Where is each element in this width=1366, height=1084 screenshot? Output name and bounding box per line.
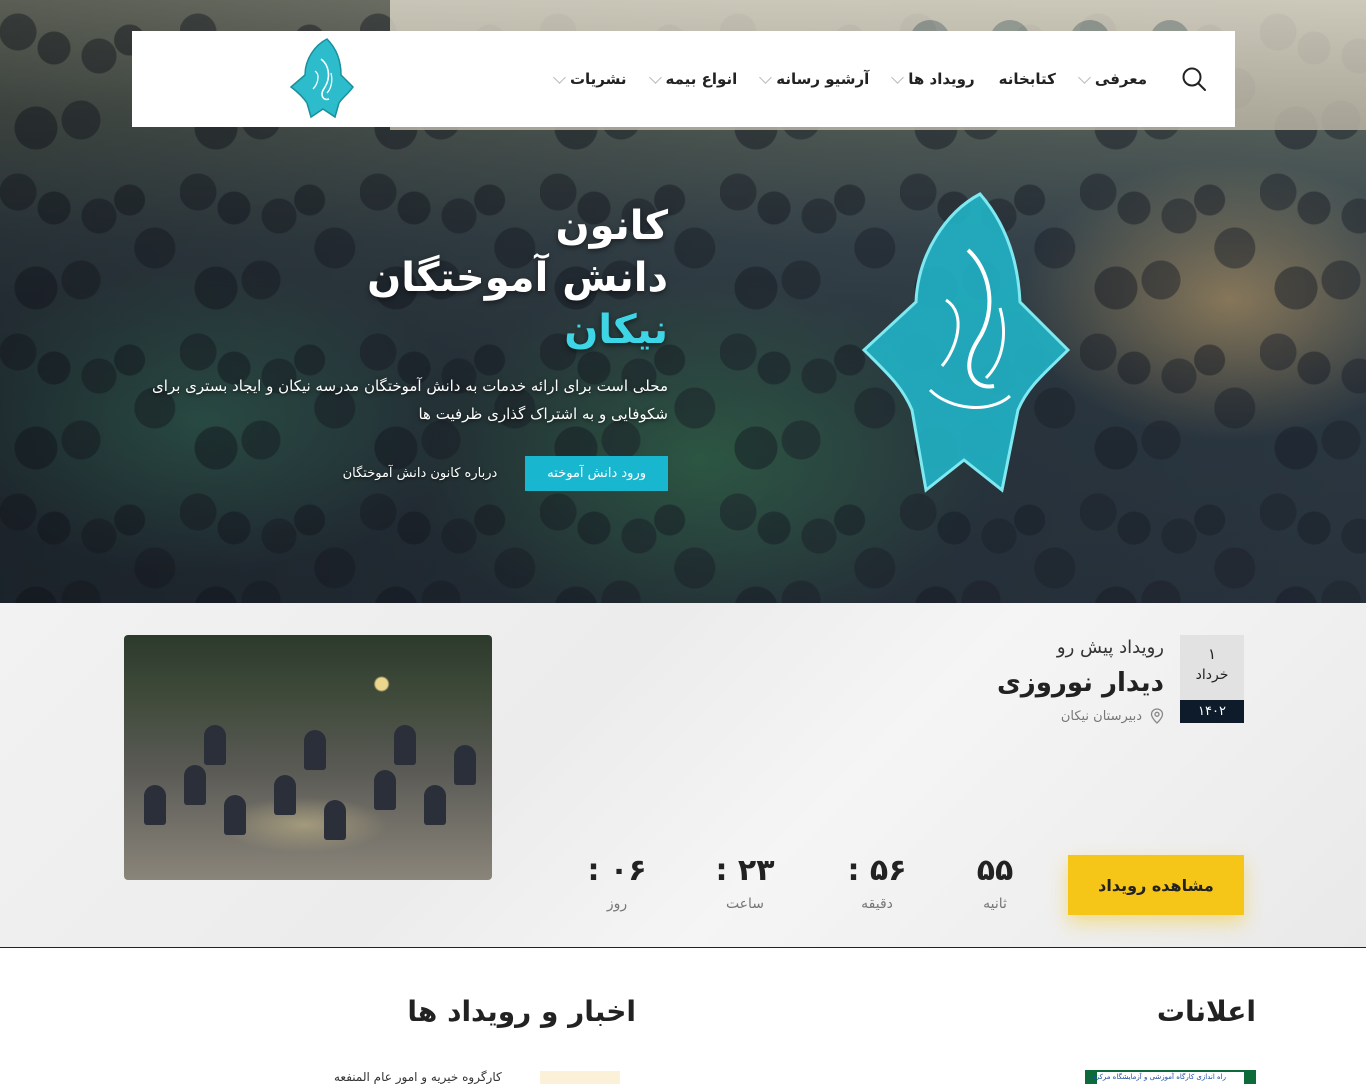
chevron-down-icon <box>1078 70 1091 84</box>
event-location-label: دبیرستان نیکان <box>1060 708 1142 724</box>
alumni-login-button[interactable]: ورود دانش آموخته <box>525 456 668 491</box>
nav-item-events[interactable]: رویداد ها <box>881 70 986 88</box>
view-event-button[interactable]: مشاهده رویداد <box>1068 855 1244 915</box>
nav-item-library[interactable]: کتابخانه <box>987 70 1068 88</box>
nav-item-about[interactable]: معرفی <box>1068 70 1159 88</box>
hero-description: محلی است برای ارائه خدمات به دانش آموختگ… <box>152 377 668 423</box>
nav-item-label: معرفی <box>1094 70 1147 88</box>
event-countdown: ۵۵ ثانیه ۵۶ : دقیقه ۲۳ : ساعت ۰۶ : روز <box>580 853 1050 923</box>
nav-item-insurance[interactable]: انواع بیمه <box>639 70 750 88</box>
countdown-minutes: ۵۶ : دقیقه <box>822 853 932 912</box>
event-location: دبیرستان نیکان <box>997 708 1164 724</box>
nav-item-label: نشریات <box>569 70 627 88</box>
nav-item-label: آرشیو رسانه <box>776 70 870 88</box>
nav-item-label: کتابخانه <box>998 70 1056 88</box>
hero-content: کانون دانش آموختگان نیکان محلی است برای … <box>148 200 668 491</box>
event-date-month: خرداد <box>1195 667 1229 683</box>
chevron-down-icon <box>648 70 662 84</box>
event-info: رویداد پیش رو دیدار نوروزی دبیرستان نیکا… <box>997 637 1164 724</box>
chevron-down-icon <box>553 70 566 84</box>
hero-actions: ورود دانش آموخته درباره کانون دانش آموخت… <box>148 456 668 491</box>
upcoming-event-section: ۱ خرداد ۱۴۰۲ رویداد پیش رو دیدار نوروزی … <box>0 603 1366 948</box>
event-date-badge: ۱ خرداد ۱۴۰۲ <box>1180 635 1244 723</box>
hero-title: کانون دانش آموختگان نیکان <box>148 200 668 356</box>
event-title[interactable]: دیدار نوروزی <box>997 668 1164 698</box>
countdown-days-label: روز <box>606 896 628 912</box>
countdown-minutes-label: دقیقه <box>861 896 893 912</box>
news-item-thumbnail[interactable] <box>540 1071 620 1084</box>
event-kicker: رویداد پیش رو <box>1056 637 1164 658</box>
notices-title: اعلانات <box>1156 995 1256 1028</box>
event-date-year: ۱۴۰۲ <box>1180 700 1244 723</box>
news-title: اخبار و رویداد ها <box>407 995 636 1028</box>
countdown-hours-value: ۲۳ : <box>715 853 775 888</box>
hero-title-accent: نیکان <box>564 307 668 353</box>
hero-emblem-icon <box>861 192 1071 493</box>
news-item-title[interactable]: کارگروه خیریه و امور عام المنفعه <box>334 1070 502 1084</box>
hero-title-line2: دانش آموختگان <box>367 255 668 301</box>
about-alumni-link[interactable]: درباره کانون دانش آموختگان <box>343 466 498 481</box>
countdown-hours-label: ساعت <box>725 896 765 912</box>
main-navbar: معرفی کتابخانه رویداد ها آرشیو رسانه انو… <box>132 31 1235 127</box>
event-photo[interactable] <box>124 635 492 880</box>
countdown-days-value: ۰۶ : <box>587 853 647 888</box>
countdown-seconds-label: ثانیه <box>983 896 1007 912</box>
nav-item-label: انواع بیمه <box>665 70 738 88</box>
notice-item-thumbnail[interactable]: راه اندازی کارگاه آموزشی و آزمایشگاه مرک… <box>1085 1070 1256 1084</box>
nav-item-publications[interactable]: نشریات <box>543 70 639 88</box>
countdown-hours: ۲۳ : ساعت <box>690 853 800 912</box>
countdown-days: ۰۶ : روز <box>562 853 672 912</box>
site-logo[interactable] <box>287 37 357 121</box>
nav-menu: معرفی کتابخانه رویداد ها آرشیو رسانه انو… <box>543 66 1207 92</box>
nav-item-media-archive[interactable]: آرشیو رسانه <box>749 70 881 88</box>
location-pin-icon <box>1150 708 1164 724</box>
nav-item-label: رویداد ها <box>908 70 975 88</box>
countdown-seconds-value: ۵۵ <box>976 853 1014 888</box>
hero-title-line1: کانون <box>555 203 668 249</box>
search-icon[interactable] <box>1181 66 1207 92</box>
chevron-down-icon <box>891 70 905 84</box>
countdown-minutes-value: ۵۶ : <box>847 853 907 888</box>
notice-item-caption: راه اندازی کارگاه آموزشی و آزمایشگاه مرک… <box>1090 1073 1226 1081</box>
countdown-seconds: ۵۵ ثانیه <box>940 853 1050 912</box>
event-date-day: ۱ <box>1207 645 1217 663</box>
chevron-down-icon <box>759 70 773 84</box>
